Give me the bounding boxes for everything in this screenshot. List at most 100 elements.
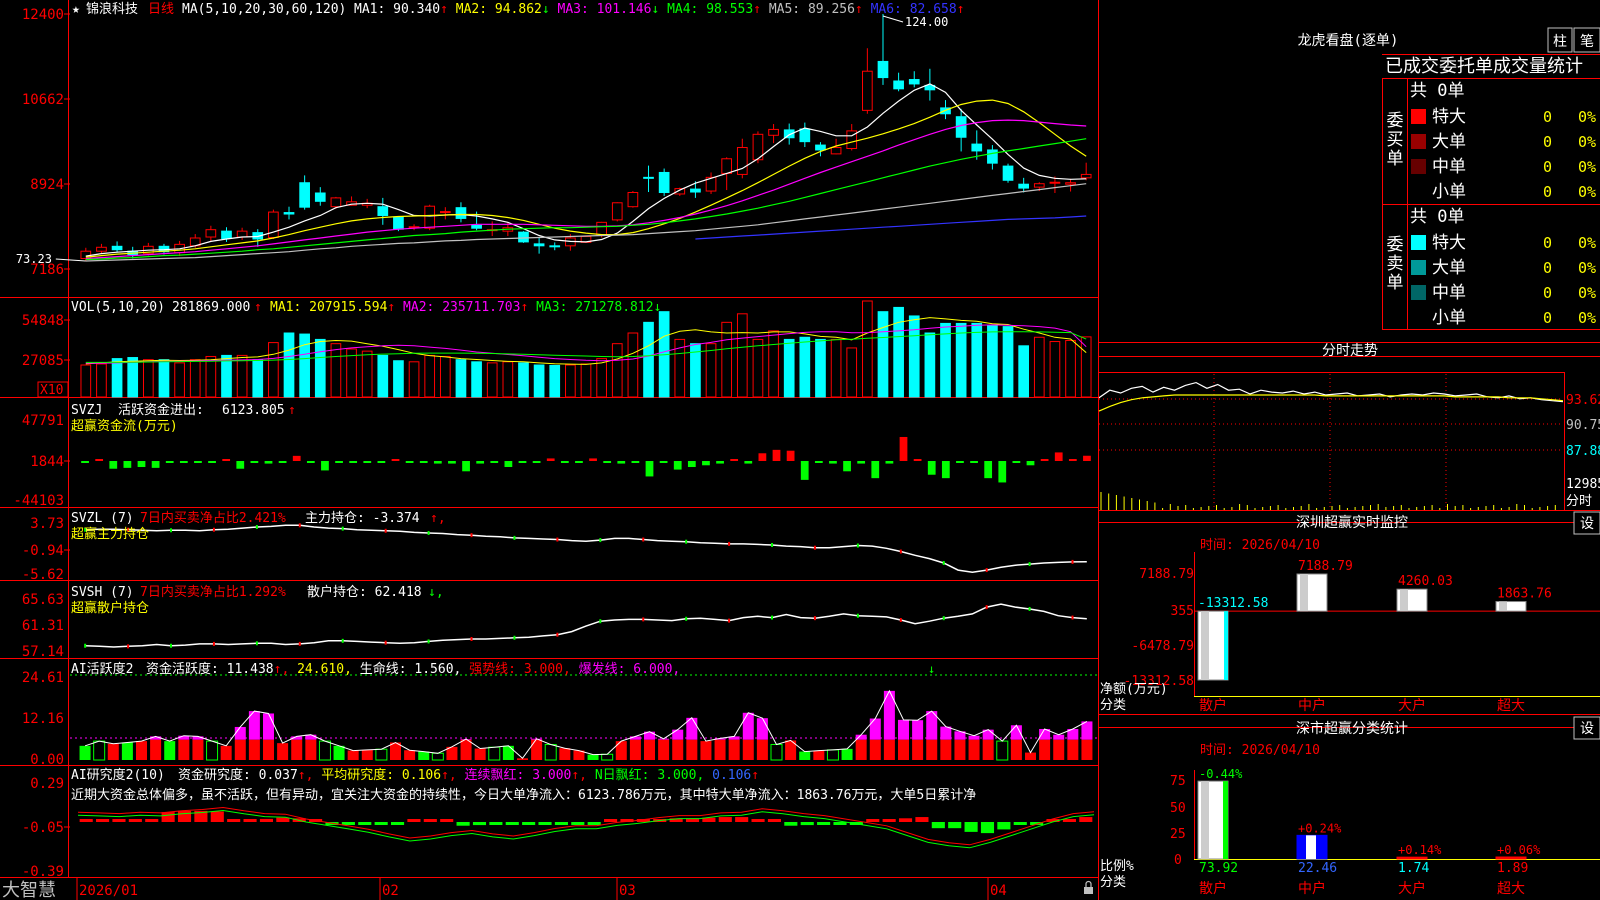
sell-total: 共 0单 bbox=[1410, 207, 1464, 227]
ai1-bar-base bbox=[883, 739, 895, 760]
szstat-change: +0.24% bbox=[1298, 821, 1342, 835]
szmon-categories: 散户 中户 大户 超大 bbox=[1199, 697, 1525, 714]
candle bbox=[862, 70, 873, 111]
flow-bar bbox=[81, 461, 89, 463]
ai-activity-panel[interactable]: 24.61 12.16 0.00 ↓ AI活跃度2 资金活跃度: 11.438↑… bbox=[22, 661, 1098, 768]
value-label: 资金活跃度: 11.438 bbox=[146, 661, 274, 677]
ai1-bar-outline bbox=[318, 740, 331, 761]
candle bbox=[1065, 182, 1076, 185]
ai1-bar-base bbox=[728, 739, 740, 760]
volume-panel[interactable]: 54848 27085 X10 VOL(5,10,20) 281869.000 … bbox=[22, 300, 1092, 398]
szmon-ylabel: 净额(万元) bbox=[1100, 682, 1168, 697]
flow-bar bbox=[250, 461, 259, 463]
ai2-bar bbox=[1079, 817, 1093, 822]
brand-logo: 大智慧 bbox=[2, 880, 56, 900]
volume-ma-line bbox=[85, 317, 1087, 365]
ai1-bar-base bbox=[756, 739, 768, 760]
flow-bar bbox=[927, 461, 936, 475]
ma-line bbox=[85, 83, 1087, 257]
ai2-bar bbox=[866, 819, 880, 822]
ai1-bar-base bbox=[926, 739, 938, 760]
volume-ma-lines bbox=[85, 317, 1087, 365]
ai1-bar-outline bbox=[996, 740, 1009, 761]
sz-stats-panel[interactable]: 深市超赢分类统计 设 时间: 2026/04/10 -0.44% 73.92 +0.… bbox=[1100, 716, 1600, 897]
price-tick: 8924 bbox=[30, 177, 64, 193]
volume-bar bbox=[205, 355, 217, 398]
flow-bar bbox=[871, 461, 880, 479]
volume-bar bbox=[1018, 345, 1030, 398]
arrow-label: ↑, bbox=[274, 662, 290, 677]
order-type: 特大 bbox=[1432, 107, 1466, 127]
lock-icon[interactable] bbox=[1084, 880, 1093, 895]
svsh-panel[interactable]: 65.63 61.31 57.14 SVSH (7) 7日内买卖净占比1.292… bbox=[22, 584, 1087, 660]
svzl-holding: 主力持仓: -3.374 bbox=[305, 511, 420, 526]
flow-bar bbox=[631, 461, 640, 463]
ai1-bar-base bbox=[742, 739, 754, 760]
volume-bar bbox=[142, 359, 154, 398]
order-pct: 0% bbox=[1578, 133, 1596, 151]
dragon-tiger-panel: 龙虎看盘(逐单) 柱 笔 已成交委托单成交量统计 委 买 单 共 0单 特大 0 0… bbox=[1298, 27, 1600, 330]
ai1-bar bbox=[700, 741, 712, 760]
ai1-bar-base bbox=[869, 739, 881, 760]
dragon-title: 龙虎看盘(逐单) bbox=[1298, 32, 1399, 49]
intraday-tick: 93.62 bbox=[1566, 393, 1600, 408]
order-type: 中单 bbox=[1432, 157, 1466, 177]
volume-bar bbox=[533, 364, 545, 398]
sz-monitor-panel[interactable]: 深圳超赢实时监控 设 时间: 2026/04/10 -13312.58 7188.… bbox=[1100, 511, 1600, 714]
szstat-bar-shade bbox=[1306, 835, 1316, 859]
period-label[interactable]: 日线 bbox=[148, 2, 174, 17]
flow-bar bbox=[236, 461, 245, 469]
arrow-label: ↑, bbox=[298, 768, 314, 783]
candlestick-panel[interactable]: 12400 10662 8924 7186 ★ 锦浪科技 日线 MA(5,10,… bbox=[16, 2, 1092, 278]
intraday-volume bbox=[1100, 492, 1556, 510]
ai2-bar bbox=[522, 822, 536, 825]
volume-bar bbox=[439, 355, 451, 398]
flow-bar bbox=[292, 455, 301, 461]
ai1-bar-outline bbox=[544, 743, 557, 761]
volume-bar bbox=[893, 306, 904, 398]
volume-bar bbox=[752, 338, 764, 398]
ai1-bar-base bbox=[248, 739, 260, 760]
vol-tick: 54848 bbox=[22, 313, 64, 329]
date-label: 04 bbox=[990, 883, 1007, 899]
price-axis: 12400 10662 8924 7186 bbox=[22, 7, 70, 278]
svsh-arrow: ↓, bbox=[428, 585, 444, 600]
ai1-bar bbox=[799, 751, 811, 760]
intraday-panel[interactable]: 分时走势 93.62 90.75 87.88 12985 分时 bbox=[1098, 343, 1600, 510]
flow-bar bbox=[941, 461, 950, 479]
order-pct: 0% bbox=[1578, 259, 1596, 277]
ma-lines bbox=[85, 83, 1087, 262]
value-label: MA2: 235711.703 bbox=[395, 300, 520, 315]
ai1-bar-base bbox=[954, 739, 966, 760]
candle bbox=[314, 192, 326, 202]
flow-bar bbox=[137, 461, 146, 468]
volume-bar bbox=[471, 361, 482, 398]
buy-label-1: 委 bbox=[1387, 111, 1404, 131]
flow-bar bbox=[899, 436, 908, 461]
ai2-bar bbox=[997, 822, 1011, 830]
volume-bar bbox=[408, 361, 420, 398]
svzl-panel[interactable]: 3.73 -0.94 -5.62 SVZL (7) 7日内买卖净占比2.421%… bbox=[22, 510, 1087, 583]
candle bbox=[768, 128, 779, 136]
volume-bar bbox=[377, 354, 389, 398]
ai1-bar-base bbox=[460, 739, 472, 760]
volume-bar bbox=[393, 360, 404, 398]
star-icon[interactable]: ★ bbox=[72, 2, 80, 17]
flow-bar bbox=[659, 461, 668, 463]
ai2-bar bbox=[1013, 822, 1027, 825]
arrow-label: ↑ bbox=[753, 2, 761, 17]
dragon-tabs[interactable]: 已成交委托单成交量统计 bbox=[1385, 56, 1583, 77]
ai1-bar-top bbox=[940, 726, 952, 740]
arrow-label: ↑ bbox=[751, 768, 759, 783]
ai1-bar bbox=[841, 748, 853, 760]
candle bbox=[471, 224, 482, 229]
svzj-arrow: ↑ bbox=[288, 403, 296, 418]
flow-bar bbox=[391, 459, 400, 461]
ai1-title: AI活跃度2 bbox=[71, 661, 133, 677]
ma-line bbox=[85, 99, 1087, 258]
volume-bar bbox=[174, 362, 185, 398]
flow-bar bbox=[179, 461, 188, 463]
svzj-panel[interactable]: 47791 1844 -44103 SVZJ 活跃资金进出: 6123.805 … bbox=[13, 402, 1091, 509]
ai-research-panel[interactable]: 0.29 -0.05 -0.39 AI研究度2(10) 资金研究度: 0.037… bbox=[22, 767, 1095, 880]
svzj-label: 活跃资金进出: bbox=[118, 402, 204, 418]
